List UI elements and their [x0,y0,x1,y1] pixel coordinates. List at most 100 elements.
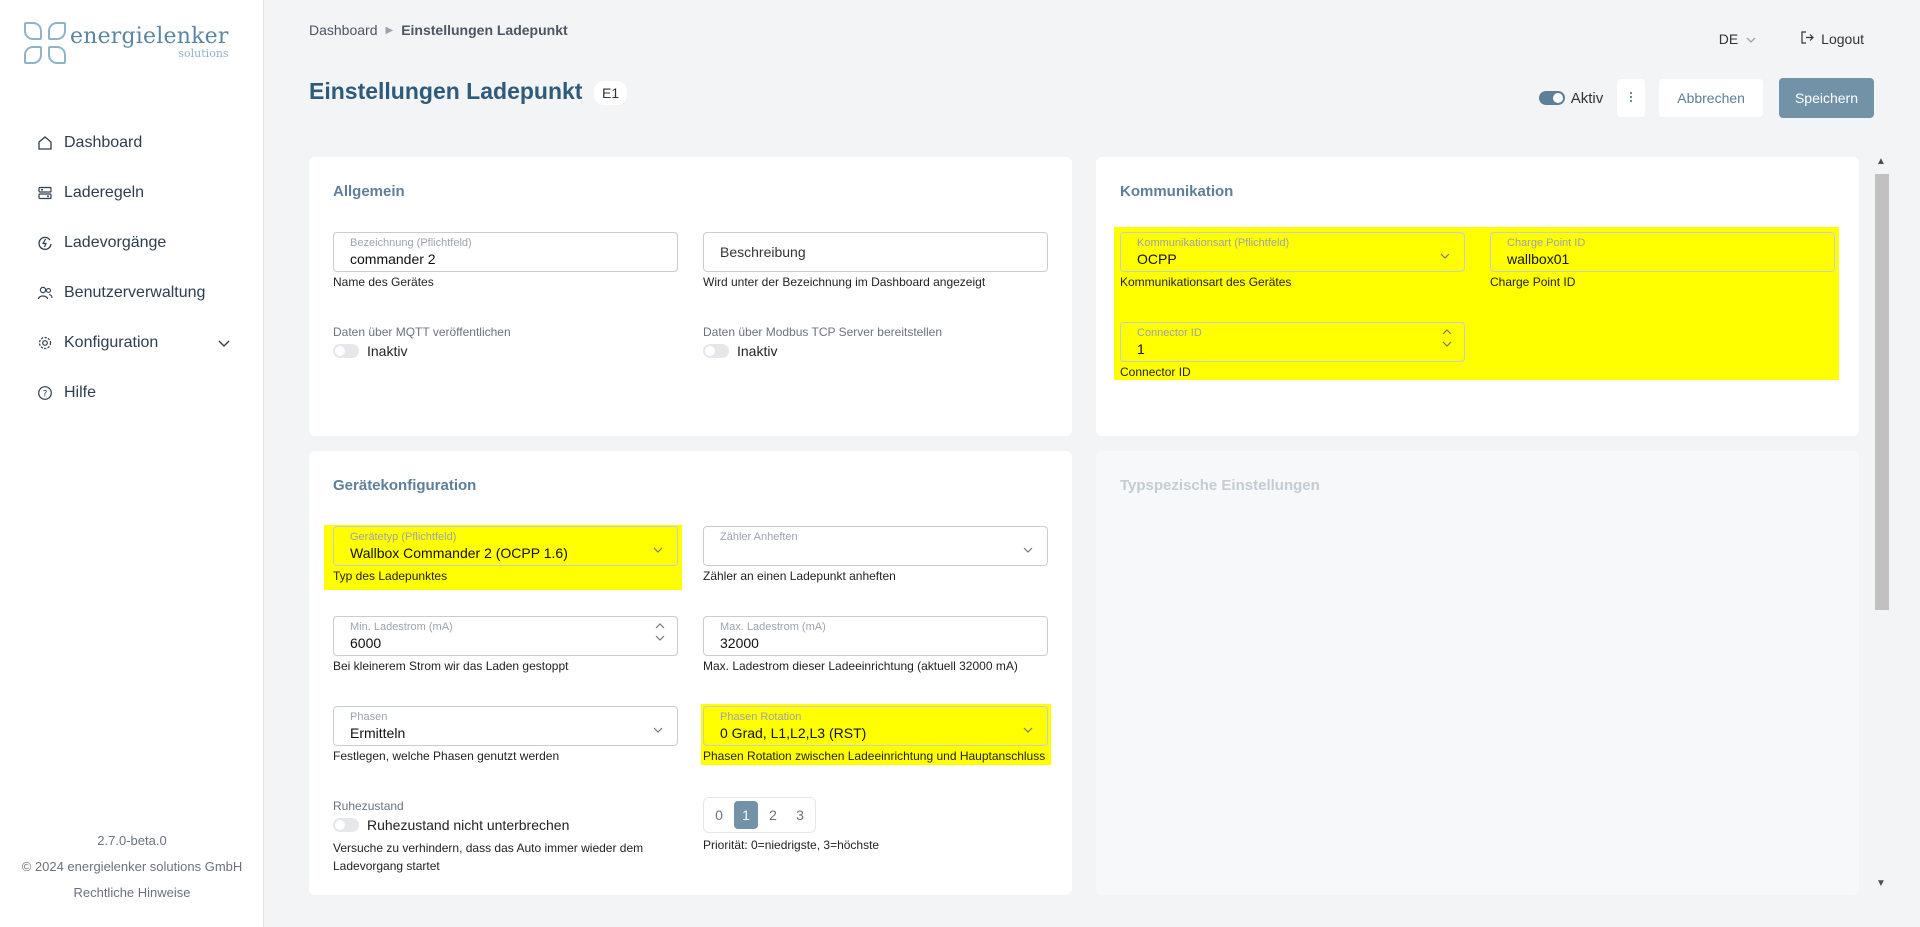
scroll-down-icon[interactable]: ▼ [1876,878,1886,889]
bezeichnung-field[interactable]: Bezeichnung (Pflichtfeld) commander 2 [333,232,678,272]
nav-item-benutzerverwaltung[interactable]: Benutzerverwaltung [0,268,264,318]
charging-icon [36,234,54,252]
ruhezustand-switch[interactable] [333,818,359,832]
cancel-button[interactable]: Abbrechen [1659,79,1763,117]
title-badge: E1 [594,81,628,105]
modbus-toggle[interactable]: Inaktiv [703,343,777,359]
priority-option[interactable]: 2 [761,801,785,829]
phasen-select[interactable]: Phasen Ermitteln [333,706,678,746]
rules-icon [36,184,54,202]
zaehler-select[interactable]: Zähler Anheften [703,526,1048,566]
field-value: commander 2 [350,251,436,267]
language-select[interactable]: DE [1719,31,1756,47]
svg-text:?: ? [43,390,48,400]
field-hint: Kommunikationsart des Gerätes [1120,275,1292,289]
version-text: 2.7.0-beta.0 [97,833,167,848]
geraetetyp-select[interactable]: Gerätetyp (Pflichtfeld) Wallbox Commande… [333,526,678,566]
breadcrumb: Dashboard ▶ Einstellungen Ladepunkt [309,22,568,38]
field-label: Phasen Rotation [720,711,802,723]
brand-logo[interactable]: energielenker solutions [24,22,229,64]
field-label: Gerätetyp (Pflichtfeld) [350,531,457,543]
field-label: Charge Point ID [1507,237,1586,249]
nav-item-ladevorgaenge[interactable]: Ladevorgänge [0,218,264,268]
logout-button[interactable]: Logout [1800,30,1864,48]
field-placeholder: Beschreibung [720,244,806,260]
more-options-button[interactable] [1617,79,1646,117]
phasen-rotation-select[interactable]: Phasen Rotation 0 Grad, L1,L2,L3 (RST) [703,706,1048,746]
priority-option[interactable]: 0 [707,801,731,829]
main-nav: Dashboard Laderegeln Ladevorgänge Benutz… [0,118,264,418]
charge-point-id-field[interactable]: Charge Point ID wallbox01 [1490,232,1835,272]
mqtt-toggle[interactable]: Inaktiv [333,343,407,359]
chevron-down-icon [1440,247,1450,265]
field-hint: Phasen Rotation zwischen Ladeeinrichtung… [703,749,1046,763]
breadcrumb-current: Einstellungen Ladepunkt [401,22,568,38]
field-label: Min. Ladestrom (mA) [350,621,453,633]
card-geraetekonfiguration: Gerätekonfiguration Gerätetyp (Pflichtfe… [309,451,1072,895]
field-hint: Bei kleinerem Strom wir das Laden gestop… [333,659,569,673]
copyright-text: © 2024 energielenker solutions GmbH [21,859,243,874]
help-icon: ? [36,384,54,402]
field-hint: Max. Ladestrom dieser Ladeeinrichtung (a… [703,659,1018,673]
active-toggle[interactable]: Aktiv [1538,89,1604,107]
ruhe-hint-line-1: Versuche zu verhindern, dass das Auto im… [333,841,644,855]
priority-option-selected[interactable]: 1 [734,801,758,829]
brand-name: energielenker [70,24,229,49]
nav-label: Ladevorgänge [64,234,167,251]
breadcrumb-home[interactable]: Dashboard [309,22,378,38]
field-hint: Versuche zu verhindern, dass das Auto im… [333,839,643,875]
active-label: Aktiv [1570,89,1604,107]
users-icon [36,284,54,302]
scrollbar[interactable]: ▲ ▼ [1873,156,1889,894]
min-ladestrom-stepper[interactable]: Min. Ladestrom (mA) 6000 [333,616,678,656]
stepper-controls[interactable] [655,622,665,642]
field-label: Connector ID [1137,327,1202,339]
field-value: 32000 [720,635,759,651]
connector-id-stepper[interactable]: Connector ID 1 [1120,322,1465,362]
field-hint: Charge Point ID [1490,275,1576,289]
mqtt-label: Daten über MQTT veröffentlichen [333,325,511,339]
active-switch[interactable] [1538,91,1565,105]
brand-sub: solutions [178,47,229,60]
field-value: 6000 [350,635,382,651]
modbus-switch[interactable] [703,344,729,358]
field-hint: Zähler an einen Ladepunkt anheften [703,569,896,583]
legal-link[interactable]: Rechtliche Hinweise [0,880,264,906]
nav-label: Konfiguration [64,334,159,351]
field-value: OCPP [1137,251,1177,267]
beschreibung-field[interactable]: Beschreibung [703,232,1048,272]
nav-item-hilfe[interactable]: ? Hilfe [0,368,264,418]
scroll-up-icon[interactable]: ▲ [1876,156,1886,167]
field-hint: Festlegen, welche Phasen genutzt werden [333,749,560,763]
scroll-thumb[interactable] [1875,174,1889,610]
max-ladestrom-field[interactable]: Max. Ladestrom (mA) 32000 [703,616,1048,656]
page-actions: Aktiv Abbrechen Speichern [1538,78,1874,118]
mqtt-switch[interactable] [333,344,359,358]
field-value: 1 [1137,341,1145,357]
chevron-down-icon [1023,721,1033,739]
card-typspezifisch: Typspezische Einstellungen [1096,451,1859,895]
nav-item-dashboard[interactable]: Dashboard [0,118,264,168]
nav-item-laderegeln[interactable]: Laderegeln [0,168,264,218]
nav-label: Hilfe [64,384,97,401]
field-hint: Priorität: 0=niedrigste, 3=höchste [703,838,880,852]
logout-icon [1800,30,1815,48]
field-hint: Name des Gerätes [333,275,434,289]
field-hint: Connector ID [1120,365,1191,379]
field-label: Kommunikationsart (Pflichtfeld) [1137,237,1290,249]
kommunikationsart-select[interactable]: Kommunikationsart (Pflichtfeld) OCPP [1120,232,1465,272]
nav-label: Laderegeln [64,184,145,201]
save-button[interactable]: Speichern [1778,78,1874,118]
chevron-down-icon [653,541,663,559]
home-icon [36,134,54,152]
field-label: Zähler Anheften [720,531,798,543]
field-hint: Wird unter der Bezeichnung im Dashboard … [703,275,986,289]
priority-option[interactable]: 3 [788,801,812,829]
nav-item-konfiguration[interactable]: Konfiguration [0,318,264,368]
chevron-down-icon [1023,541,1033,559]
stepper-controls[interactable] [1442,328,1452,348]
ruhezustand-toggle[interactable]: Ruhezustand nicht unterbrechen [333,817,569,833]
modbus-state: Inaktiv [737,343,778,359]
sidebar: energielenker solutions Dashboard Ladere… [0,0,264,927]
field-value: Ermitteln [350,725,406,741]
